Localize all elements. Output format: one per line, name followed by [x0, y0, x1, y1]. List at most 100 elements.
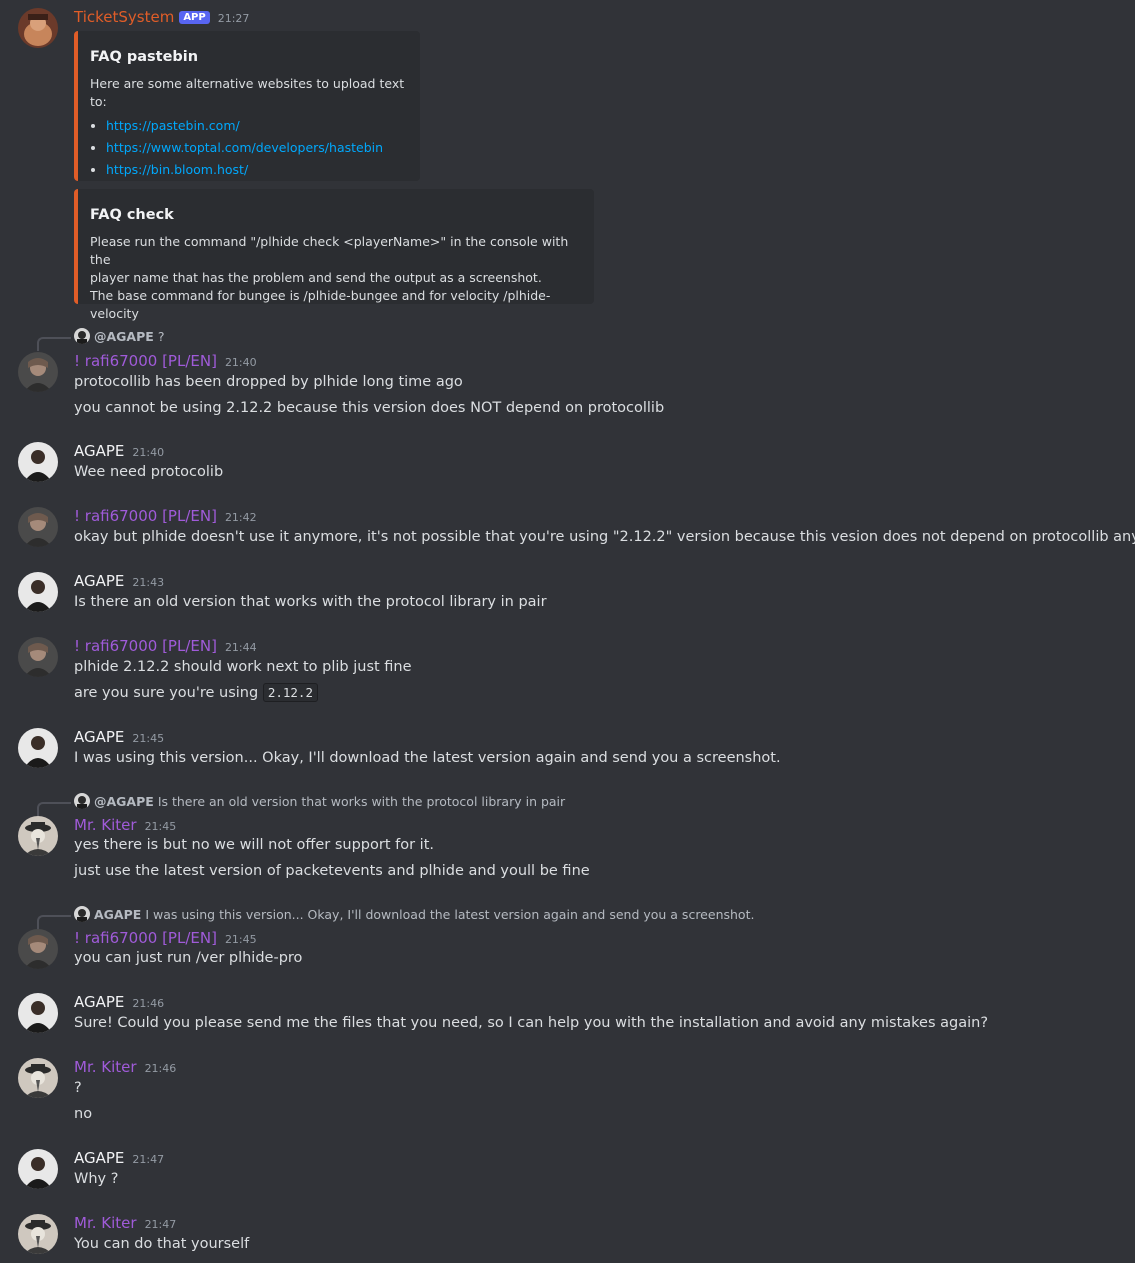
agape-avatar-icon — [18, 572, 58, 612]
username[interactable]: Mr. Kiter — [74, 816, 137, 834]
embed-description: Please run the command "/plhide check <p… — [90, 233, 582, 323]
rafi-avatar-icon — [18, 507, 58, 547]
avatar[interactable] — [18, 1149, 58, 1189]
timestamp[interactable]: 21:47 — [145, 1218, 177, 1231]
reply-connector — [37, 915, 71, 929]
app-badge: APP — [179, 11, 210, 24]
message-text: Sure! Could you please send me the files… — [74, 1015, 989, 1031]
agape-avatar-icon — [18, 442, 58, 482]
message-text: are you sure you're using 2.12.2 — [74, 683, 318, 702]
reply-author[interactable]: @AGAPE — [94, 329, 154, 344]
username[interactable]: AGAPE — [74, 1149, 124, 1167]
avatar[interactable] — [18, 1214, 58, 1254]
link-hastebin[interactable]: https://www.toptal.com/developers/hasteb… — [106, 140, 383, 155]
reply-text: ? — [157, 328, 165, 344]
avatar[interactable] — [18, 352, 58, 392]
message-header: Mr. Kiter 21:47 — [74, 1214, 176, 1232]
timestamp[interactable]: 21:47 — [132, 1153, 164, 1166]
message-header: AGAPE 21:45 — [74, 728, 164, 746]
username[interactable]: TicketSystem — [74, 8, 174, 26]
avatar[interactable] — [18, 1058, 58, 1098]
message-text: Is there an old version that works with … — [74, 594, 547, 610]
timestamp[interactable]: 21:42 — [225, 511, 257, 524]
timestamp[interactable]: 21:46 — [145, 1062, 177, 1075]
avatar[interactable] — [18, 993, 58, 1033]
embed-faq-pastebin: FAQ pastebin Here are some alternative w… — [74, 31, 420, 181]
embed-description: Here are some alternative websites to up… — [90, 76, 405, 109]
reply-author[interactable]: @AGAPE — [94, 794, 154, 809]
avatar[interactable] — [18, 572, 58, 612]
message-header: TicketSystem APP 21:27 — [74, 8, 249, 26]
agape-avatar-icon — [18, 728, 58, 768]
timestamp[interactable]: 21:40 — [132, 446, 164, 459]
username[interactable]: AGAPE — [74, 442, 124, 460]
message-header: ! rafi67000 [PL/EN] 21:45 — [74, 929, 257, 947]
username[interactable]: AGAPE — [74, 993, 124, 1011]
kiter-avatar-icon — [18, 1214, 58, 1254]
reply-connector — [37, 337, 71, 351]
timestamp[interactable]: 21:40 — [225, 356, 257, 369]
avatar[interactable] — [18, 728, 58, 768]
embed-title: FAQ pastebin — [90, 49, 199, 65]
rafi-avatar-icon — [18, 929, 58, 969]
embed-line: The base command for bungee is /plhide-b… — [90, 288, 551, 321]
message-text: Wee need protocolib — [74, 464, 224, 480]
agape-mini-avatar-icon — [74, 906, 90, 922]
timestamp[interactable]: 21:45 — [145, 820, 177, 833]
reply-preview[interactable]: @AGAPE ? — [74, 328, 164, 344]
agape-avatar-icon — [18, 1149, 58, 1189]
message-text: plhide 2.12.2 should work next to plib j… — [74, 659, 412, 675]
timestamp[interactable]: 21:27 — [218, 12, 250, 25]
rafi-avatar-icon — [18, 637, 58, 677]
message-text: okay but plhide doesn't use it anymore, … — [74, 529, 1135, 545]
message-text: no — [74, 1106, 93, 1122]
avatar[interactable] — [18, 8, 58, 48]
avatar[interactable] — [18, 929, 58, 969]
embed-title: FAQ check — [90, 207, 174, 223]
username[interactable]: AGAPE — [74, 728, 124, 746]
inline-code: 2.12.2 — [262, 683, 318, 702]
message-text: you cannot be using 2.12.2 because this … — [74, 400, 665, 416]
message-text: you can just run /ver plhide-pro — [74, 950, 303, 966]
username[interactable]: Mr. Kiter — [74, 1214, 137, 1232]
reply-preview[interactable]: @AGAPE Is there an old version that work… — [74, 793, 565, 809]
message-text: I was using this version... Okay, I'll d… — [74, 750, 781, 766]
timestamp[interactable]: 21:44 — [225, 641, 257, 654]
username[interactable]: ! rafi67000 [PL/EN] — [74, 507, 217, 525]
timestamp[interactable]: 21:45 — [225, 933, 257, 946]
username[interactable]: ! rafi67000 [PL/EN] — [74, 929, 217, 947]
message-header: ! rafi67000 [PL/EN] 21:44 — [74, 637, 257, 655]
timestamp[interactable]: 21:43 — [132, 576, 164, 589]
avatar[interactable] — [18, 637, 58, 677]
ticketsystem-avatar-icon — [18, 8, 58, 48]
reply-text: I was using this version... Okay, I'll d… — [145, 906, 755, 922]
message-text: yes there is but no we will not offer su… — [74, 837, 434, 853]
message-header: Mr. Kiter 21:45 — [74, 816, 176, 834]
avatar[interactable] — [18, 816, 58, 856]
message-text: Why ? — [74, 1171, 119, 1187]
embed-faq-check: FAQ check Please run the command "/plhid… — [74, 189, 594, 321]
username[interactable]: AGAPE — [74, 572, 124, 590]
link-pastebin[interactable]: https://pastebin.com/ — [106, 118, 240, 133]
message-header: ! rafi67000 [PL/EN] 21:42 — [74, 507, 257, 525]
username[interactable]: ! rafi67000 [PL/EN] — [74, 637, 217, 655]
reply-preview[interactable]: AGAPE I was using this version... Okay, … — [74, 906, 754, 922]
avatar[interactable] — [18, 507, 58, 547]
avatar[interactable] — [18, 442, 58, 482]
agape-mini-avatar-icon — [74, 328, 90, 344]
reply-text: Is there an old version that works with … — [157, 793, 566, 809]
message-text-part: are you sure you're using — [74, 685, 259, 701]
embed-line: player name that has the problem and sen… — [90, 270, 542, 285]
message-header: ! rafi67000 [PL/EN] 21:40 — [74, 352, 257, 370]
username[interactable]: ! rafi67000 [PL/EN] — [74, 352, 217, 370]
message-header: AGAPE 21:47 — [74, 1149, 164, 1167]
timestamp[interactable]: 21:45 — [132, 732, 164, 745]
message-text: protocollib has been dropped by plhide l… — [74, 374, 463, 390]
username[interactable]: Mr. Kiter — [74, 1058, 137, 1076]
reply-author[interactable]: AGAPE — [94, 907, 141, 922]
chat-log: TicketSystem APP 21:27 FAQ pastebin Here… — [0, 0, 1135, 1263]
link-bloom[interactable]: https://bin.bloom.host/ — [106, 162, 248, 177]
timestamp[interactable]: 21:46 — [132, 997, 164, 1010]
agape-avatar-icon — [18, 993, 58, 1033]
reply-connector — [37, 802, 71, 816]
